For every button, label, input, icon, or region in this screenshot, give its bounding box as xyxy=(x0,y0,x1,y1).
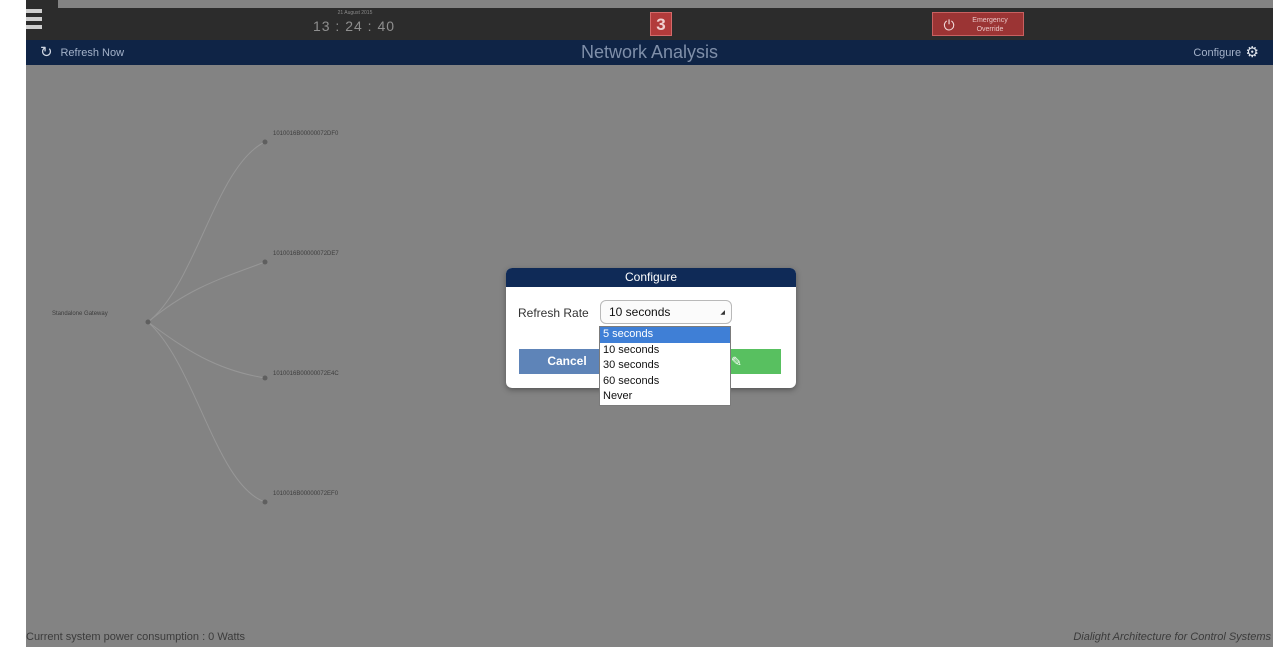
option-60-seconds[interactable]: 60 seconds xyxy=(600,374,730,390)
refresh-rate-value: 10 seconds xyxy=(609,305,671,319)
node-label: 1010016B00000072E4C xyxy=(273,371,339,377)
node-label: 1010016B00000072EF0 xyxy=(273,491,339,497)
clock-date: 21 August 2015 xyxy=(337,10,373,16)
app-window: 21 August 2015 13 : 24 : 40 3 ⏻ Emergenc… xyxy=(26,0,1273,647)
emergency-override-button[interactable]: ⏻ Emergency Override xyxy=(932,12,1024,36)
brand-text: Dialight Architecture for Control System… xyxy=(1073,631,1271,643)
option-never[interactable]: Never xyxy=(600,389,730,405)
graph-link xyxy=(147,321,266,379)
pencil-icon: ✎ xyxy=(731,354,742,369)
refresh-rate-label: Refresh Rate xyxy=(518,306,589,320)
graph-link xyxy=(147,141,266,323)
graph-node[interactable] xyxy=(262,259,268,265)
power-icon: ⏻ xyxy=(943,17,955,33)
top-bar: 21 August 2015 13 : 24 : 40 3 ⏻ Emergenc… xyxy=(26,8,1273,40)
graph-node[interactable] xyxy=(262,139,268,145)
graph-link xyxy=(147,261,266,323)
node-label: 1010016B00000072DE7 xyxy=(273,251,339,257)
graph-node[interactable] xyxy=(262,375,268,381)
graph-link xyxy=(147,321,266,503)
refresh-icon: ↻ xyxy=(40,44,53,61)
configure-button[interactable]: Configure ⚙ xyxy=(1193,44,1259,62)
title-bar: Network Analysis ↻ Refresh Now Configure… xyxy=(26,40,1273,65)
option-30-seconds[interactable]: 30 seconds xyxy=(600,358,730,374)
emergency-override-label: Emergency Override xyxy=(972,17,1008,33)
gear-icon: ⚙ xyxy=(1245,44,1259,61)
refresh-rate-options: 5 seconds 10 seconds 30 seconds 60 secon… xyxy=(599,326,731,406)
power-consumption-text: Current system power consumption : 0 Wat… xyxy=(26,631,246,643)
node-label: 1010016B00000072DF0 xyxy=(273,131,339,137)
root-node[interactable] xyxy=(145,319,151,325)
root-node-label: Standalone Gateway xyxy=(52,311,108,317)
refresh-now-label: Refresh Now xyxy=(60,47,125,59)
refresh-now-button[interactable]: ↻ Refresh Now xyxy=(40,44,124,62)
dialog-title: Configure xyxy=(506,268,796,287)
configure-label: Configure xyxy=(1193,47,1242,59)
dropdown-caret-icon: ◢ xyxy=(720,310,725,316)
alert-count-badge[interactable]: 3 xyxy=(650,12,672,36)
graph-node[interactable] xyxy=(262,499,268,505)
refresh-rate-select[interactable]: 10 seconds ◢ xyxy=(600,300,732,324)
option-5-seconds[interactable]: 5 seconds xyxy=(600,327,730,343)
option-10-seconds[interactable]: 10 seconds xyxy=(600,343,730,359)
clock: 13 : 24 : 40 xyxy=(312,18,396,34)
page-title: Network Analysis xyxy=(580,42,719,62)
menu-button[interactable] xyxy=(26,0,58,40)
